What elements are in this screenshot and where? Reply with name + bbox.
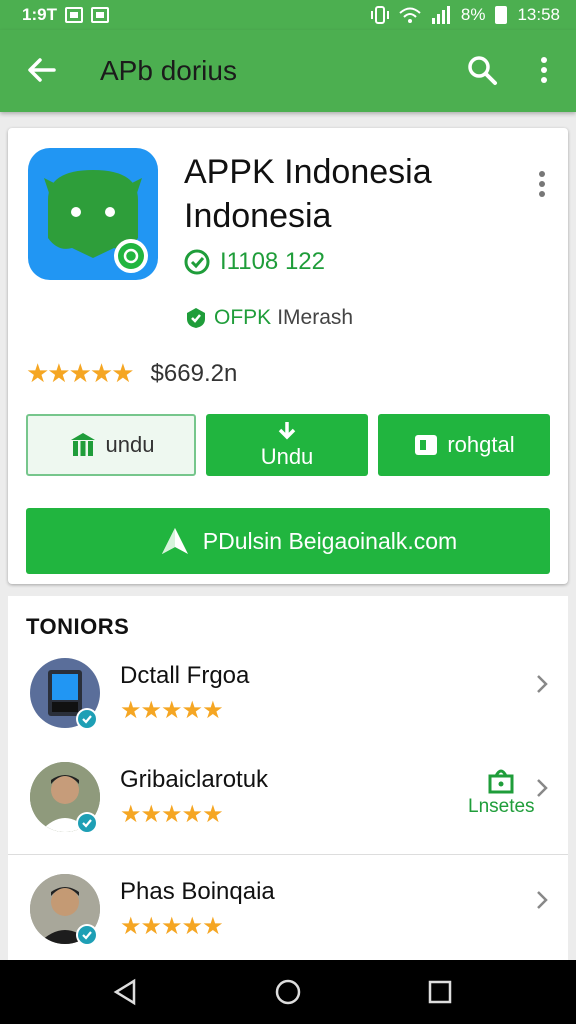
website-label: PDulsin Beigaoinalk.com: [202, 527, 458, 554]
divider: [8, 854, 568, 855]
vibrate-icon: [370, 6, 389, 24]
shopping-bag-icon: [488, 769, 514, 794]
send-icon: [161, 528, 188, 554]
badge-label-secondary: IMerash: [277, 306, 354, 329]
download-button[interactable]: Undu: [206, 414, 368, 476]
reviews-section: TONIORS Dctall Frgoa ★★★★★ Gribaiclarotu…: [8, 596, 568, 960]
version-text: I1108 122: [220, 248, 325, 275]
app-detail-card: APPK Indonesia Indonesia I1108 122 OFPK …: [8, 128, 568, 584]
verified-icon: [76, 812, 98, 834]
verified-icon: [76, 924, 98, 946]
list-item[interactable]: Phas Boinqaia ★★★★★: [8, 874, 568, 974]
chevron-right-icon: [537, 779, 548, 797]
system-nav-bar: [0, 960, 576, 1024]
battery-icon: [495, 6, 508, 24]
more-vert-icon[interactable]: [530, 52, 558, 88]
notification-icon: [90, 7, 109, 23]
download-arrow-icon: [278, 422, 296, 440]
status-bar: 1:9T 8% 13:58: [0, 0, 576, 30]
item-side-label: Lnsetes: [468, 796, 535, 817]
app-icon: [28, 148, 158, 280]
shield-check-icon: [187, 308, 205, 328]
list-item[interactable]: Gribaiclarotuk ★★★★★ Lnsetes: [8, 762, 568, 862]
nav-recents-icon[interactable]: [424, 976, 456, 1008]
back-arrow-icon[interactable]: [24, 52, 60, 88]
box-icon: [415, 435, 438, 455]
install-button[interactable]: rohgtal: [378, 414, 550, 476]
download-label: Undu: [260, 444, 314, 469]
install-label: rohgtal: [447, 432, 515, 457]
status-time: 1:9T: [22, 5, 57, 24]
item-name: Phas Boinqaia: [120, 878, 275, 905]
rating-row: ★★★★★ $669.2n: [26, 358, 237, 389]
status-clock: 13:58: [517, 5, 560, 24]
card-more-icon[interactable]: [534, 168, 550, 200]
item-name: Gribaiclarotuk: [120, 766, 269, 793]
price-text: $669.2n: [150, 359, 238, 387]
verified-icon: [76, 708, 98, 730]
item-name: Dctall Frgoa: [120, 662, 250, 689]
app-name: APPK Indonesia Indonesia: [184, 153, 432, 235]
list-item[interactable]: Dctall Frgoa ★★★★★: [8, 658, 568, 758]
rating-stars: ★★★★★: [26, 358, 135, 388]
item-stars: ★★★★★: [120, 913, 224, 940]
notification-icon: [64, 7, 83, 23]
chevron-right-icon: [537, 891, 548, 909]
chevron-right-icon: [537, 675, 548, 693]
battery-percent: 8%: [460, 5, 486, 24]
library-icon: [70, 433, 95, 456]
action-button-row: undu Undu rohgtal: [26, 414, 550, 478]
secondary-download-label: undu: [105, 432, 155, 457]
badge-row: OFPK IMerash: [184, 306, 353, 330]
section-title: TONIORS: [26, 614, 130, 639]
signal-icon: [431, 6, 450, 24]
nav-back-icon[interactable]: [110, 976, 142, 1008]
app-bar: APb dorius: [0, 30, 576, 112]
android-icon: [44, 170, 148, 273]
version-row: I1108 122: [184, 248, 325, 276]
item-stars: ★★★★★: [120, 697, 224, 724]
badge-label: OFPK: [214, 306, 272, 329]
wifi-icon: [399, 7, 421, 23]
check-circle-icon: [184, 249, 210, 275]
search-icon[interactable]: [464, 52, 500, 88]
item-side-action[interactable]: Lnsetes: [468, 766, 535, 818]
page-title: APb dorius: [100, 55, 237, 86]
nav-home-icon[interactable]: [272, 976, 304, 1008]
secondary-download-button[interactable]: undu: [26, 414, 196, 476]
website-button[interactable]: PDulsin Beigaoinalk.com: [26, 508, 550, 574]
item-stars: ★★★★★: [120, 801, 224, 828]
